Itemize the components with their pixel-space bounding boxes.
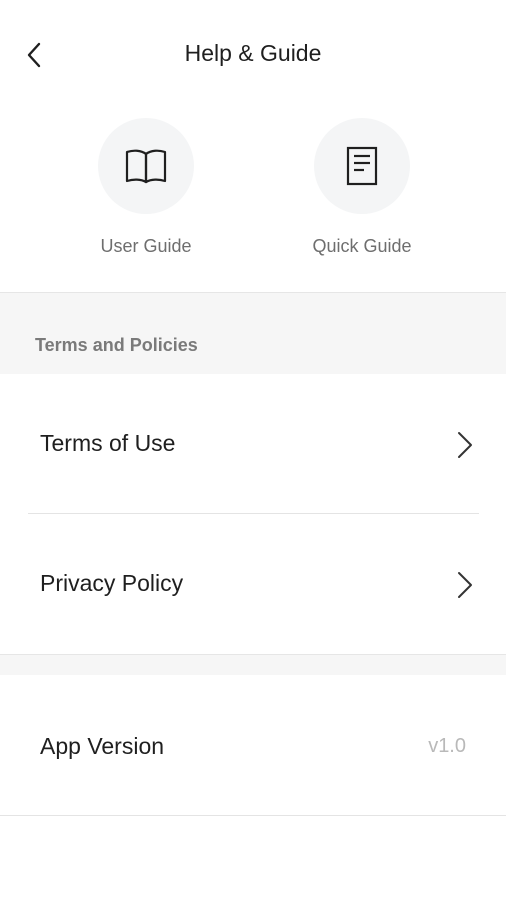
app-version-value: v1.0 bbox=[428, 735, 466, 757]
privacy-policy-label: Privacy Policy bbox=[40, 570, 184, 596]
quick-guide-label: Quick Guide bbox=[312, 236, 412, 256]
terms-of-use-row[interactable]: Terms of Use bbox=[0, 374, 506, 514]
open-book-icon bbox=[125, 149, 167, 184]
terms-section-header: Terms and Policies bbox=[0, 292, 506, 374]
guide-shortcuts: User Guide Quick Guide bbox=[0, 110, 506, 292]
header-bar: Help & Guide bbox=[0, 0, 506, 110]
document-icon bbox=[346, 146, 378, 186]
chevron-right-icon bbox=[458, 572, 472, 598]
quick-guide-icon-circle bbox=[314, 118, 410, 214]
app-version-label: App Version bbox=[40, 733, 165, 759]
page-title: Help & Guide bbox=[184, 40, 322, 66]
chevron-right-icon bbox=[458, 432, 472, 458]
section-title: Terms and Policies bbox=[35, 335, 198, 355]
user-guide-button[interactable]: User Guide bbox=[61, 118, 231, 278]
quick-guide-button[interactable]: Quick Guide bbox=[277, 118, 447, 278]
privacy-policy-row[interactable]: Privacy Policy bbox=[0, 514, 506, 654]
user-guide-icon-circle bbox=[98, 118, 194, 214]
app-version-row: App Version v1.0 bbox=[0, 675, 506, 816]
terms-of-use-label: Terms of Use bbox=[40, 430, 176, 456]
user-guide-label: User Guide bbox=[100, 236, 192, 256]
section-divider bbox=[0, 654, 506, 675]
